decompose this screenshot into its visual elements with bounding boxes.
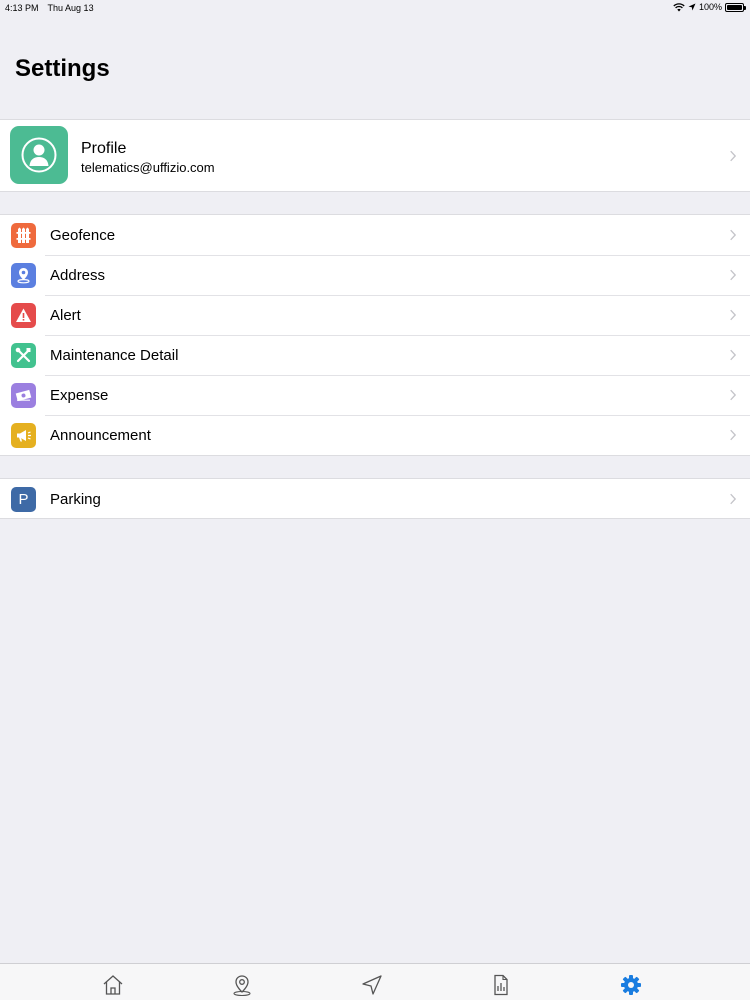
parking-section: P Parking bbox=[0, 478, 750, 519]
person-icon bbox=[21, 137, 57, 173]
tab-navigate[interactable] bbox=[361, 973, 383, 997]
menu-item-label: Expense bbox=[50, 387, 109, 404]
chevron-right-icon bbox=[730, 349, 736, 361]
tab-bar bbox=[0, 963, 750, 1000]
menu-item-label: Maintenance Detail bbox=[50, 347, 179, 364]
menu-item-label: Address bbox=[50, 267, 106, 284]
tab-reports[interactable] bbox=[490, 973, 512, 997]
chevron-right-icon bbox=[730, 269, 736, 281]
menu-item-expense[interactable]: Expense bbox=[0, 374, 750, 415]
home-icon bbox=[103, 975, 123, 995]
battery-percent: 100% bbox=[698, 2, 722, 12]
location-arrow-icon bbox=[688, 3, 696, 11]
report-icon bbox=[494, 974, 508, 996]
fence-icon bbox=[11, 223, 36, 248]
money-icon bbox=[11, 383, 36, 408]
status-bar: 4:13 PM Thu Aug 13 100% bbox=[0, 0, 750, 16]
menu-item-maintenance-detail[interactable]: Maintenance Detail bbox=[0, 334, 750, 375]
chevron-right-icon bbox=[730, 493, 736, 505]
status-time: 4:13 PM bbox=[5, 3, 39, 13]
menu-item-label: Geofence bbox=[50, 227, 116, 244]
menu-item-parking[interactable]: P Parking bbox=[0, 479, 750, 519]
parking-icon-letter: P bbox=[18, 491, 29, 508]
chevron-right-icon bbox=[730, 309, 736, 321]
parking-icon: P bbox=[11, 487, 36, 512]
chevron-right-icon bbox=[730, 389, 736, 401]
tab-map[interactable] bbox=[231, 973, 253, 997]
page-title: Settings bbox=[15, 55, 110, 82]
wifi-icon bbox=[673, 2, 685, 11]
profile-email: telematics@uffizio.com bbox=[81, 160, 215, 175]
menu-section: Geofence Address Alert Maintenance Detai… bbox=[0, 214, 750, 456]
menu-item-alert[interactable]: Alert bbox=[0, 294, 750, 335]
chevron-right-icon bbox=[730, 429, 736, 441]
location-pin-icon bbox=[11, 263, 36, 288]
avatar bbox=[10, 126, 68, 184]
megaphone-icon bbox=[11, 423, 36, 448]
chevron-right-icon bbox=[730, 150, 736, 161]
status-date: Thu Aug 13 bbox=[47, 3, 94, 13]
tab-settings[interactable] bbox=[620, 973, 642, 997]
tools-icon bbox=[11, 343, 36, 368]
profile-section: Profile telematics@uffizio.com bbox=[0, 119, 750, 192]
navigation-arrow-icon bbox=[362, 975, 382, 995]
menu-item-announcement[interactable]: Announcement bbox=[0, 414, 750, 455]
menu-item-geofence[interactable]: Geofence bbox=[0, 215, 750, 255]
map-pin-icon bbox=[233, 975, 251, 996]
menu-item-address[interactable]: Address bbox=[0, 254, 750, 295]
warning-icon bbox=[11, 303, 36, 328]
battery-icon bbox=[725, 2, 746, 12]
profile-name: Profile bbox=[81, 140, 127, 157]
menu-item-label: Parking bbox=[50, 491, 101, 508]
menu-item-label: Announcement bbox=[50, 427, 151, 444]
profile-row[interactable]: Profile telematics@uffizio.com bbox=[0, 120, 750, 191]
tab-home[interactable] bbox=[102, 973, 124, 997]
gear-icon bbox=[621, 975, 641, 995]
menu-item-label: Alert bbox=[50, 307, 81, 324]
chevron-right-icon bbox=[730, 229, 736, 241]
